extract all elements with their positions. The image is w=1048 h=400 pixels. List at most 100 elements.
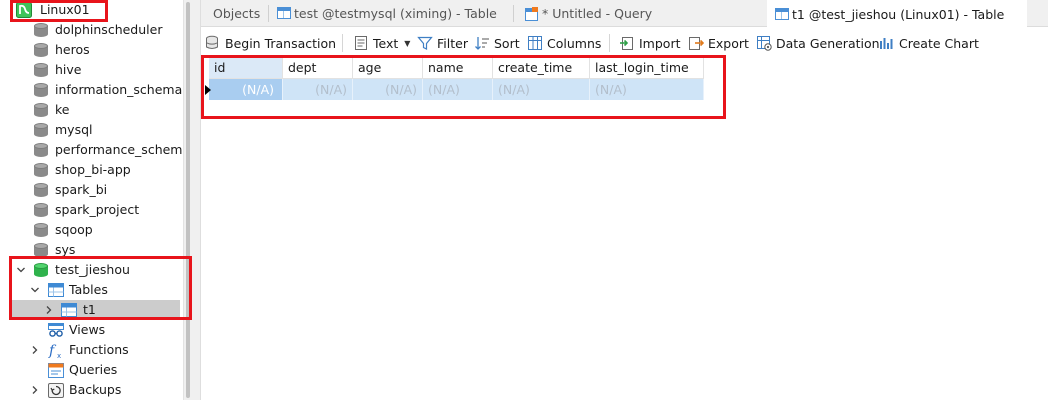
sidebar-scrollbar[interactable] [183, 0, 192, 400]
text-button[interactable]: Text ▼ [353, 34, 410, 52]
chevron-down-icon[interactable] [30, 285, 40, 295]
column-header-last-login-time[interactable]: last_login_time [590, 58, 704, 79]
svg-text:x: x [57, 352, 61, 359]
chart-icon [879, 35, 895, 51]
db-node[interactable]: hive [0, 60, 190, 80]
db-label: mysql [55, 122, 93, 137]
tab-t1-table[interactable]: t1 @test_jieshou (Linux01) - Table [767, 0, 1027, 28]
cell-id[interactable]: (N/A) [209, 79, 283, 100]
database-icon [34, 203, 48, 218]
sort-icon [474, 35, 490, 51]
filter-button[interactable]: Filter [417, 34, 468, 52]
database-icon [34, 63, 48, 78]
column-header-dept[interactable]: dept [283, 58, 353, 79]
table-node-t1[interactable]: t1 [10, 300, 180, 320]
transaction-icon [205, 35, 221, 51]
db-label: spark_project [55, 202, 140, 217]
cell-create-time[interactable]: (N/A) [493, 79, 590, 100]
database-icon [34, 23, 48, 38]
current-row-marker-icon [205, 85, 211, 95]
chevron-right-icon[interactable] [30, 385, 40, 395]
tab-divider [513, 5, 514, 22]
tables-folder-icon [48, 283, 64, 298]
pane-splitter[interactable] [192, 0, 201, 400]
export-button[interactable]: Export [688, 34, 749, 52]
tab-objects[interactable]: Objects [213, 0, 260, 27]
chevron-down-icon[interactable] [16, 265, 26, 275]
tables-node[interactable]: Tables [0, 280, 190, 300]
columns-icon [527, 35, 543, 51]
db-node[interactable]: sqoop [0, 220, 190, 240]
cell-name[interactable]: (N/A) [423, 79, 493, 100]
sidebar-scrollbar-thumb[interactable] [186, 2, 190, 398]
data-generation-button[interactable]: Data Generation [756, 34, 880, 52]
db-node-open[interactable]: test_jieshou [0, 260, 190, 280]
db-node[interactable]: shop_bi-app [0, 160, 190, 180]
database-icon [34, 223, 48, 238]
data-generation-icon [756, 35, 772, 51]
db-node[interactable]: spark_project [0, 200, 190, 220]
db-label: ke [55, 102, 70, 117]
column-header-name[interactable]: name [423, 58, 493, 79]
views-node[interactable]: Views [0, 320, 190, 340]
queries-label: Queries [69, 362, 118, 377]
begin-transaction-label: Begin Transaction [225, 35, 337, 51]
tab-t1-table-label: t1 @test_jieshou (Linux01) - Table [792, 6, 1005, 22]
column-header-id[interactable]: id [209, 58, 283, 79]
sort-button[interactable]: Sort [474, 34, 520, 52]
database-icon [34, 43, 48, 58]
begin-transaction-button[interactable]: Begin Transaction [205, 34, 336, 52]
data-generation-label: Data Generation [776, 35, 880, 51]
connection-node-linux01[interactable]: Linux01 [0, 0, 190, 20]
tab-objects-label: Objects [213, 6, 261, 21]
db-label: spark_bi [55, 182, 108, 197]
db-node[interactable]: ke [0, 100, 190, 120]
queries-node[interactable]: Queries [0, 360, 190, 380]
create-chart-label: Create Chart [899, 35, 979, 51]
db-node[interactable]: mysql [0, 120, 190, 140]
db-label: information_schema [55, 82, 183, 97]
db-label: hive [55, 62, 82, 77]
table-row[interactable]: (N/A) (N/A) (N/A) (N/A) (N/A) (N/A) [209, 79, 704, 100]
column-header-create-time[interactable]: create_time [493, 58, 590, 79]
db-label: sys [55, 242, 76, 257]
svg-text:f: f [48, 343, 57, 359]
cell-last-login-time[interactable]: (N/A) [590, 79, 704, 100]
tab-untitled-query[interactable]: * Untitled - Query [525, 0, 652, 27]
function-icon: fx [48, 343, 64, 360]
db-node[interactable]: sys [0, 240, 190, 260]
database-icon [34, 243, 48, 258]
query-icon [48, 363, 64, 378]
tab-test-table[interactable]: test @testmysql (ximing) - Table [277, 0, 497, 27]
database-icon [34, 183, 48, 198]
db-label: heros [55, 42, 90, 57]
import-label: Import [639, 35, 681, 51]
text-document-icon [353, 35, 369, 51]
views-icon [48, 323, 64, 338]
chevron-right-icon[interactable] [30, 345, 40, 355]
create-chart-button[interactable]: Create Chart [879, 34, 979, 52]
navigator-sidebar: Linux01 dolphinscheduler heros hive info… [0, 0, 190, 400]
db-node[interactable]: information_schema [0, 80, 190, 100]
cell-dept[interactable]: (N/A) [283, 79, 353, 100]
database-icon [34, 163, 48, 178]
chevron-right-icon[interactable] [44, 305, 54, 315]
views-label: Views [69, 322, 106, 337]
column-header-age[interactable]: age [353, 58, 423, 79]
backups-node[interactable]: Backups [0, 380, 190, 400]
table-label: t1 [83, 302, 96, 317]
columns-button[interactable]: Columns [527, 34, 601, 52]
functions-node[interactable]: fx Functions [0, 340, 190, 360]
connection-label: Linux01 [40, 2, 90, 17]
db-node[interactable]: performance_schema [0, 140, 190, 160]
db-node[interactable]: dolphinscheduler [0, 20, 190, 40]
database-icon [34, 83, 48, 98]
export-icon [688, 35, 705, 51]
import-button[interactable]: Import [619, 34, 681, 52]
db-label: sqoop [55, 222, 93, 237]
backups-label: Backups [69, 382, 122, 397]
db-node[interactable]: heros [0, 40, 190, 60]
cell-age[interactable]: (N/A) [353, 79, 423, 100]
db-node[interactable]: spark_bi [0, 180, 190, 200]
open-db-label: test_jieshou [55, 262, 130, 277]
